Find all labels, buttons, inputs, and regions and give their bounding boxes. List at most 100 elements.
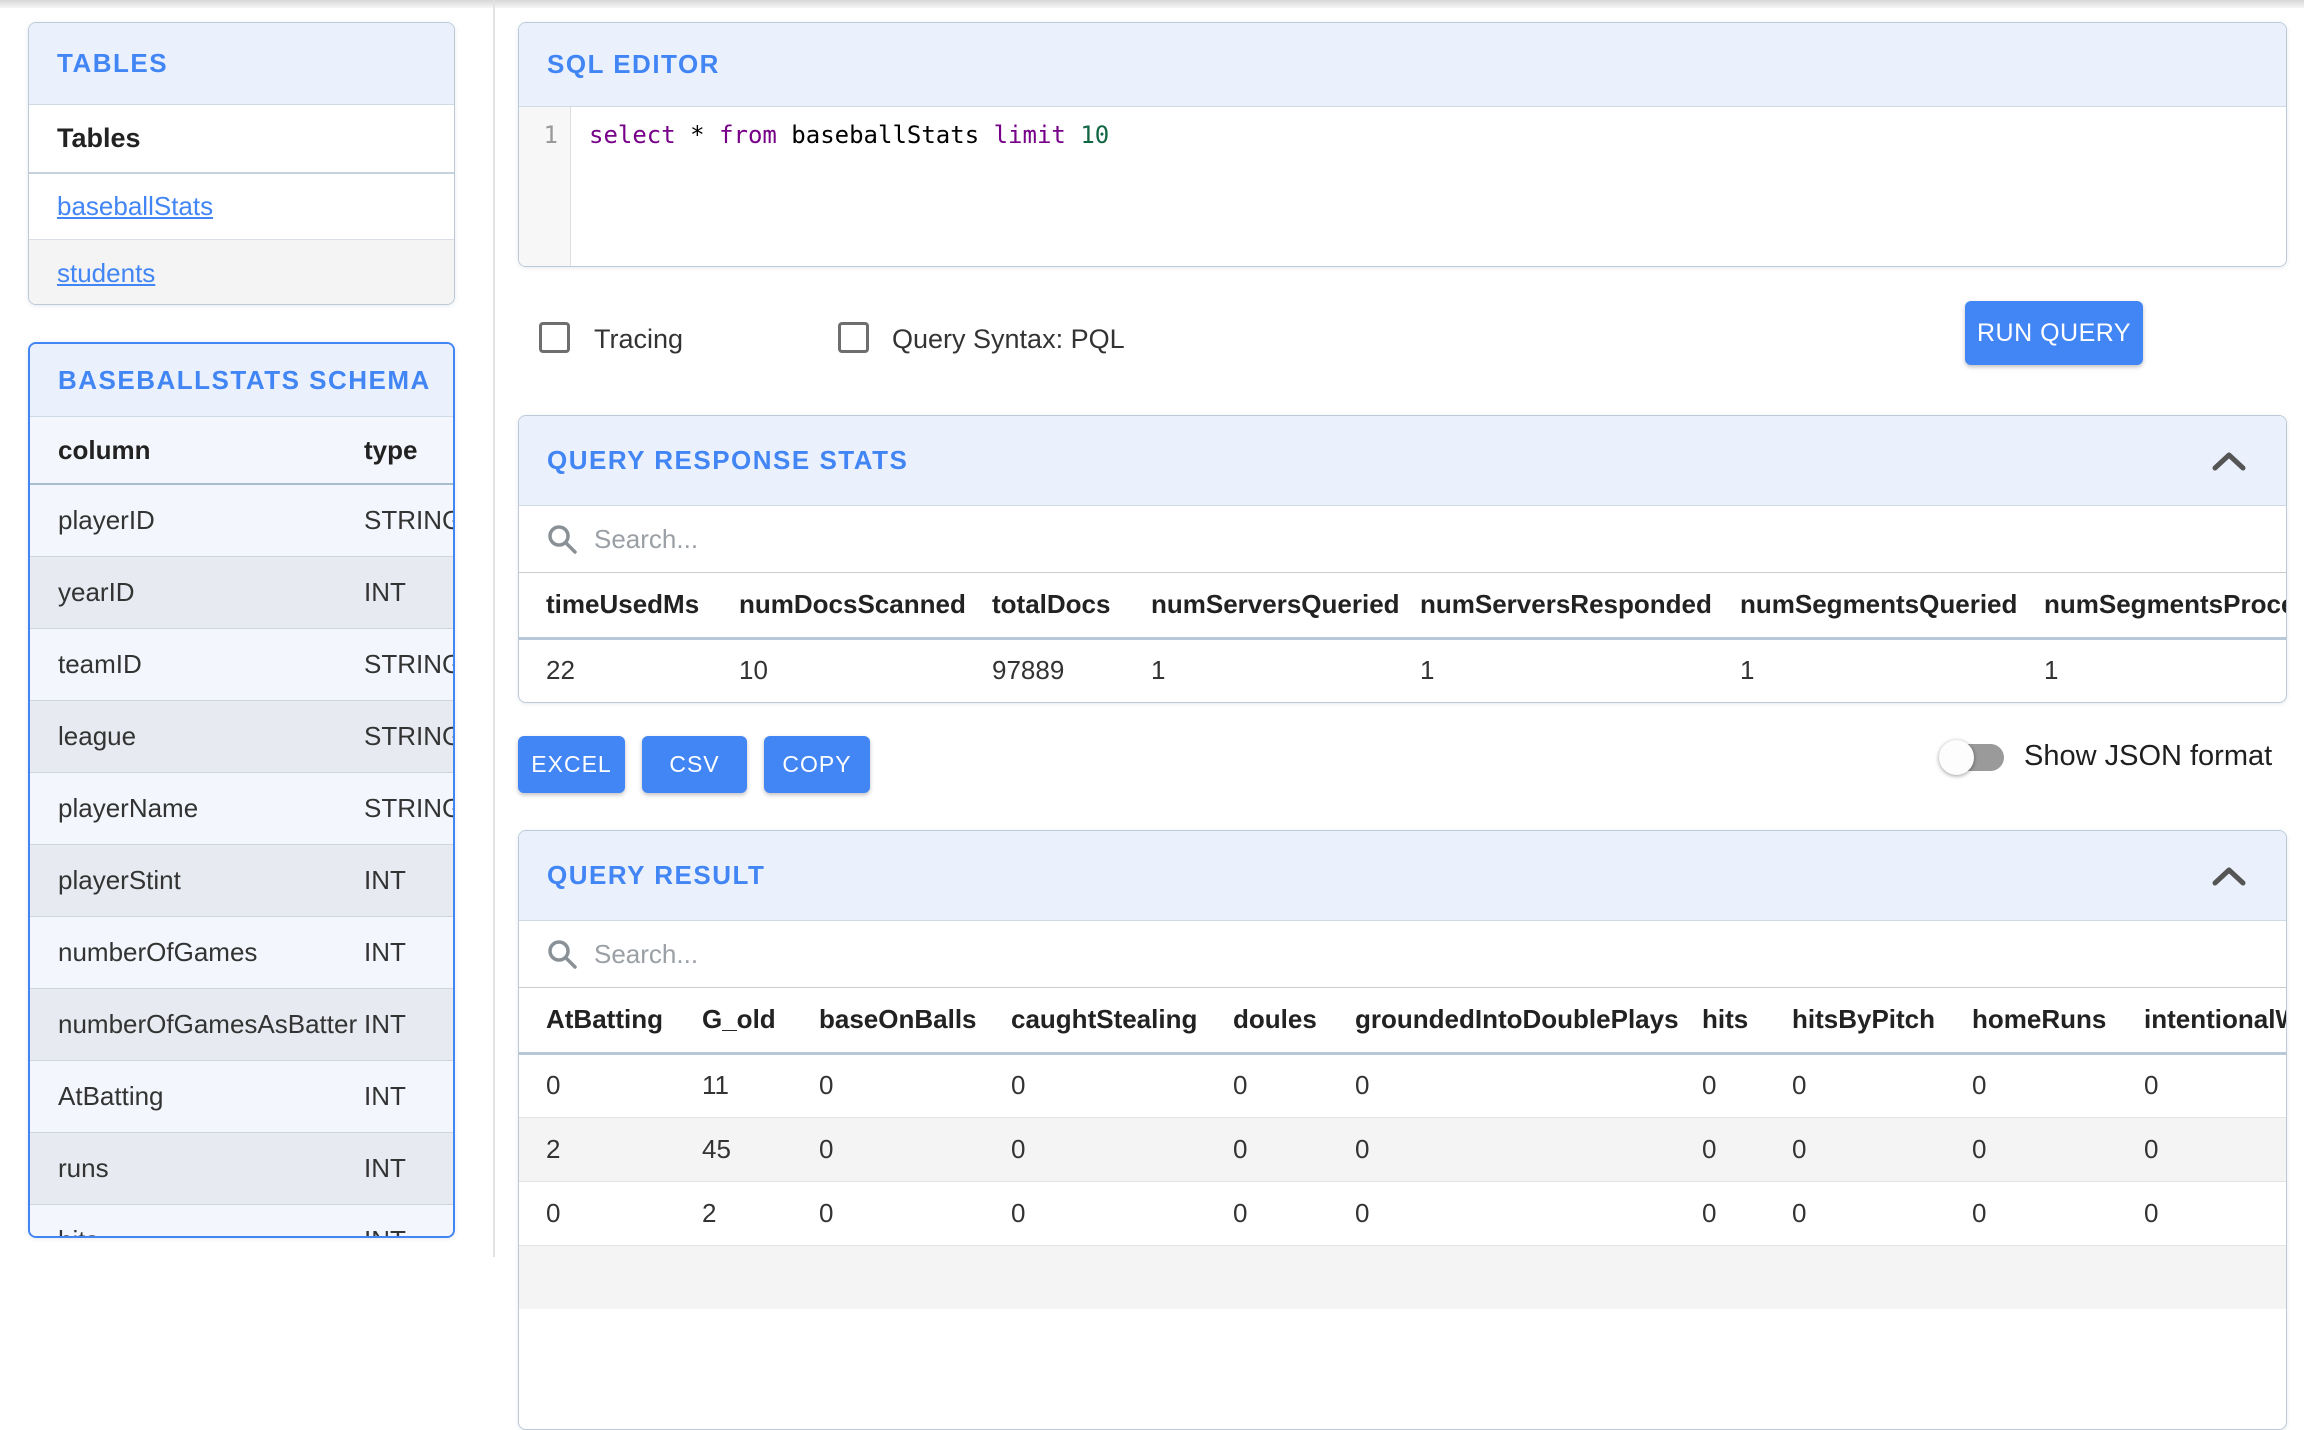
stats-col-header: numSegmentsProcessed — [2044, 589, 2286, 620]
result-cell: 0 — [1792, 1133, 1807, 1164]
schema-row: runs INT — [30, 1132, 453, 1204]
table-link-baseballStats[interactable]: baseballStats — [57, 191, 213, 222]
toggle-knob[interactable] — [1939, 740, 1974, 775]
stats-table: timeUsedMs numDocsScanned totalDocs numS… — [519, 573, 2286, 702]
schema-cell: playerName — [58, 792, 199, 823]
result-col-header: G_old — [702, 1004, 776, 1035]
result-search-input[interactable] — [594, 938, 1294, 970]
sql-token: limit — [993, 121, 1066, 149]
chevron-up-icon[interactable] — [2210, 864, 2248, 888]
result-cell: 0 — [546, 1197, 561, 1228]
schema-row: yearID INT — [30, 556, 453, 628]
schema-header-row: column type — [30, 417, 453, 484]
run-query-button[interactable]: RUN QUERY — [1965, 301, 2143, 365]
stats-col-header: totalDocs — [992, 589, 1111, 620]
stats-search-row — [519, 506, 2286, 573]
schema-row: playerName STRING — [30, 772, 453, 844]
json-format-toggle[interactable] — [1939, 740, 2004, 775]
tracing-label: Tracing — [594, 324, 684, 354]
result-header-row: AtBatting G_old baseOnBalls caughtSteali… — [519, 988, 2286, 1053]
tables-panel-title: TABLES — [29, 23, 454, 105]
result-cell: 0 — [1702, 1133, 1717, 1164]
main-content: SQL EDITOR 1 select * from baseballStats… — [518, 0, 2287, 1430]
stats-search-input[interactable] — [594, 523, 1294, 555]
sql-editor[interactable]: 1 select * from baseballStats limit 10 — [519, 107, 2286, 266]
tables-panel: TABLES Tables baseballStats students — [28, 22, 455, 305]
stats-cell: 1 — [1740, 655, 1755, 686]
schema-cell: STRING — [364, 720, 455, 751]
schema-cell: numberOfGamesAsBatter — [58, 1008, 358, 1039]
table-link-students[interactable]: students — [57, 258, 155, 289]
result-cell: 2 — [702, 1197, 717, 1228]
csv-button[interactable]: CSV — [642, 736, 747, 793]
pql-syntax-checkbox[interactable] — [838, 322, 869, 353]
result-cell: 0 — [1011, 1197, 1026, 1228]
result-col-header: hits — [1702, 1004, 1749, 1035]
table-list-item[interactable]: students — [29, 239, 454, 304]
result-cell: 0 — [1972, 1133, 1987, 1164]
sql-code-line[interactable]: select * from baseballStats limit 10 — [571, 107, 1110, 266]
schema-row: teamID STRING — [30, 628, 453, 700]
schema-row: numberOfGamesAsBatter INT — [30, 988, 453, 1060]
table-list-item[interactable]: baseballStats — [29, 172, 454, 239]
table-row: 0 11 0 0 0 0 0 0 0 0 — [519, 1053, 2286, 1117]
search-icon — [548, 525, 577, 554]
sql-token: from — [719, 121, 777, 149]
sql-token: 10 — [1080, 121, 1110, 149]
schema-cell: INT — [364, 936, 406, 967]
tables-list-header-label: Tables — [57, 123, 141, 153]
result-cell: 0 — [2144, 1197, 2159, 1228]
result-cell: 0 — [819, 1133, 834, 1164]
result-cell: 0 — [1972, 1197, 1987, 1228]
schema-cell: INT — [364, 1008, 406, 1039]
schema-cell: hits — [30, 1204, 364, 1236]
result-cell: 2 — [546, 1133, 561, 1164]
result-cell: 0 — [1792, 1070, 1807, 1100]
sql-token: * — [675, 121, 720, 149]
result-col-header: groundedIntoDoublePlays — [1355, 1004, 1679, 1035]
result-cell: 0 — [1702, 1197, 1717, 1228]
chevron-up-icon[interactable] — [2210, 449, 2248, 473]
stats-col-header: numSegmentsQueried — [1740, 589, 2018, 620]
result-cell — [519, 1245, 2286, 1309]
result-cell: 0 — [1702, 1070, 1717, 1100]
schema-cell: playerID — [58, 504, 155, 535]
result-cell: 11 — [702, 1070, 729, 1100]
stats-cell: 97889 — [992, 655, 1065, 686]
result-cell: 0 — [2144, 1070, 2159, 1100]
tracing-checkbox[interactable] — [539, 322, 570, 353]
result-cell: 0 — [1233, 1197, 1248, 1228]
result-col-header: intentionalWalks — [2144, 1004, 2286, 1035]
excel-button[interactable]: EXCEL — [518, 736, 625, 793]
result-col-header: hitsByPitch — [1792, 1004, 1936, 1035]
table-row-partial — [519, 1245, 2286, 1309]
stats-col-header: numServersResponded — [1420, 589, 1712, 620]
query-response-stats-panel: QUERY RESPONSE STATS timeUsedMs numDocsS… — [518, 415, 2287, 703]
schema-row: playerID STRING — [30, 484, 453, 556]
result-table: AtBatting G_old baseOnBalls caughtSteali… — [519, 988, 2286, 1309]
result-cell: 0 — [1355, 1133, 1370, 1164]
result-search-row — [519, 921, 2286, 988]
schema-cell: AtBatting — [58, 1080, 164, 1111]
result-cell: 45 — [702, 1133, 731, 1164]
schema-cell: INT — [364, 1204, 453, 1236]
editor-line-number: 1 — [519, 107, 571, 266]
schema-cell: INT — [364, 864, 406, 895]
schema-panel-title: BASEBALLSTATS SCHEMA — [30, 344, 453, 417]
stats-cell: 1 — [1420, 655, 1435, 686]
sql-token: select — [589, 121, 676, 149]
copy-button[interactable]: COPY — [764, 736, 870, 793]
sql-editor-title: SQL EDITOR — [519, 23, 2286, 107]
pql-syntax-label: Query Syntax: PQL — [892, 324, 1125, 354]
schema-row: playerStint INT — [30, 844, 453, 916]
schema-cell: STRING — [364, 792, 455, 823]
result-col-header: AtBatting — [546, 1004, 663, 1035]
table-row: 2 45 0 0 0 0 0 0 0 0 — [519, 1117, 2286, 1181]
schema-cell: teamID — [58, 648, 142, 679]
schema-type-header: type — [364, 417, 453, 484]
result-cell: 0 — [1972, 1070, 1987, 1100]
schema-row: league STRING — [30, 700, 453, 772]
stats-col-header: timeUsedMs — [546, 589, 700, 620]
schema-cell: STRING — [364, 648, 455, 679]
